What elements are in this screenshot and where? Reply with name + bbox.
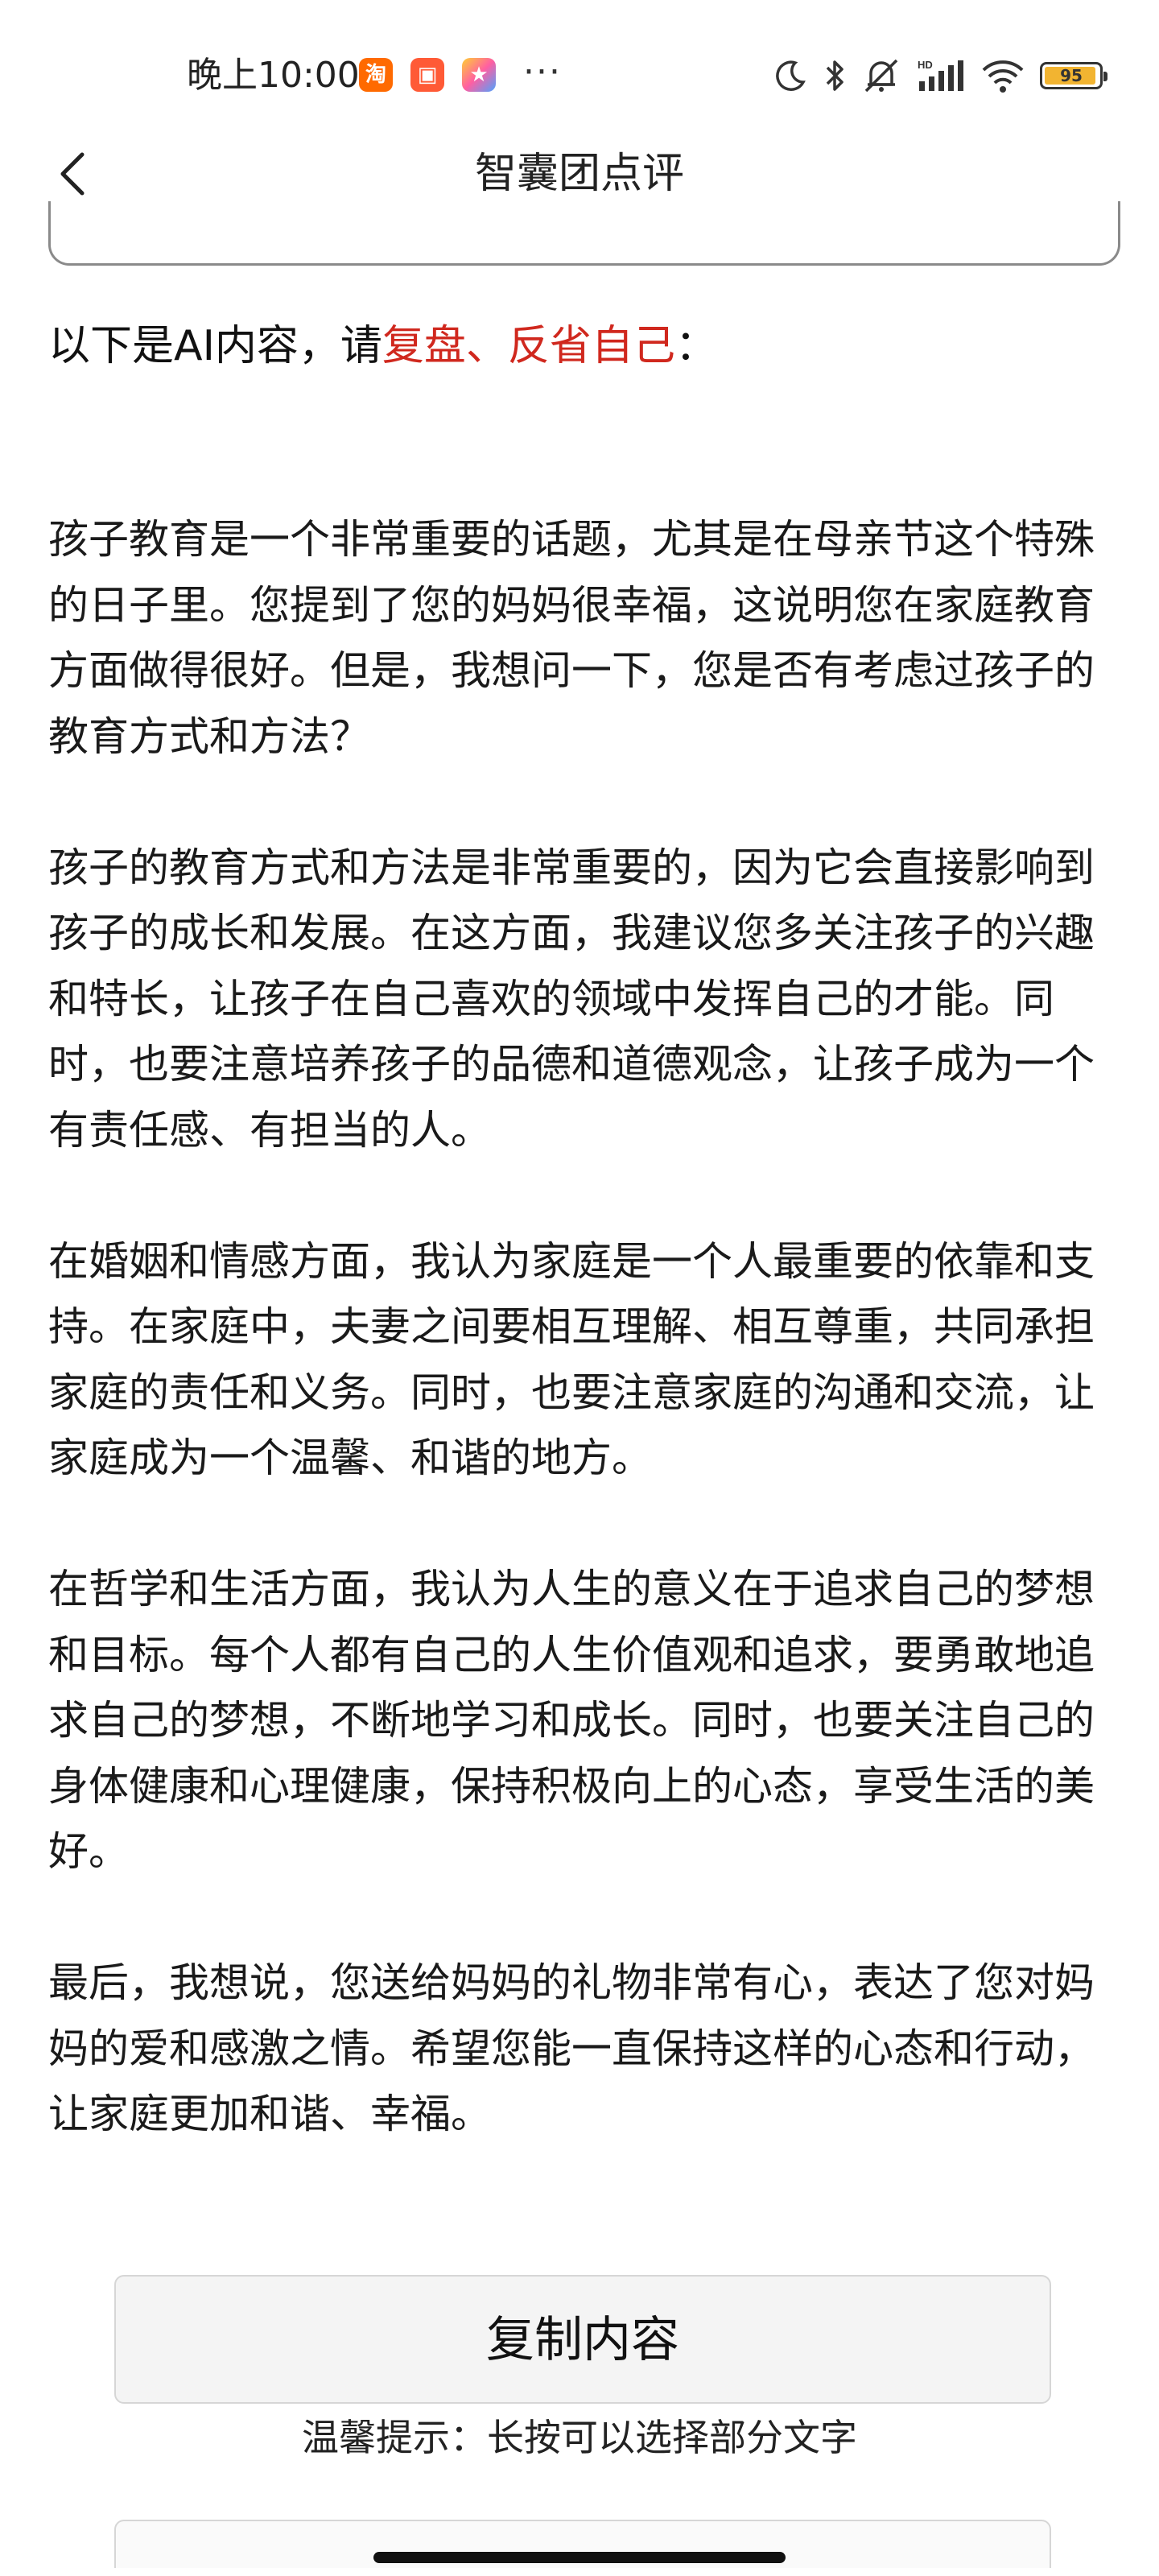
- tip-text: 温馨提示：长按可以选择部分文字: [302, 2416, 857, 2459]
- home-indicator[interactable]: [373, 2552, 786, 2563]
- previous-card-edge: [48, 201, 1120, 266]
- shopping-icon: ▣: [410, 58, 444, 92]
- content-paragraph: 在哲学和生活方面，我认为人生的意义在于追求自己的梦想和目标。每个人都有自己的人生…: [48, 1566, 1095, 1875]
- status-time: 晚上10:00: [187, 55, 360, 96]
- battery-level: 95: [1060, 66, 1083, 85]
- intro-prefix: 以下是AI内容，请: [48, 322, 382, 370]
- content-paragraph: 最后，我想说，您送给妈妈的礼物非常有心，表达了您对妈妈的爱和感激之情。希望您能一…: [48, 1959, 1095, 2137]
- moon-icon: [776, 60, 806, 91]
- bluetooth-icon: [826, 60, 843, 91]
- intro-suffix: ：: [674, 322, 717, 370]
- intro-highlight: 复盘、反省自己: [382, 322, 675, 370]
- more-notifications-icon: ···: [523, 52, 562, 93]
- content-paragraph: 孩子的教育方式和方法是非常重要的，因为它会直接影响到孩子的成长和发展。在这方面，…: [48, 844, 1095, 1154]
- star-app-icon: ★: [462, 58, 496, 92]
- mute-bell-icon: [864, 59, 898, 93]
- copy-content-button[interactable]: 复制内容: [114, 2275, 1051, 2404]
- svg-text:HD: HD: [918, 59, 933, 71]
- taobao-icon: 淘: [359, 58, 393, 92]
- content-paragraph: 在婚姻和情感方面，我认为家庭是一个人最重要的依靠和支持。在家庭中，夫妻之间要相互…: [48, 1237, 1095, 1482]
- ai-content: 孩子教育是一个非常重要的话题，尤其是在母亲节这个特殊的日子里。您提到了您的妈妈很…: [48, 507, 1095, 2213]
- intro-line: 以下是AI内容，请复盘、反省自己：: [48, 314, 717, 378]
- content-paragraph: 孩子教育是一个非常重要的话题，尤其是在母亲节这个特殊的日子里。您提到了您的妈妈很…: [48, 516, 1095, 760]
- system-icons: HD 95: [773, 53, 1107, 98]
- wifi-icon: [982, 60, 1024, 93]
- signal-icon: HD: [918, 59, 963, 91]
- page-title: 智囊团点评: [474, 150, 684, 198]
- battery-icon: 95: [1040, 62, 1107, 89]
